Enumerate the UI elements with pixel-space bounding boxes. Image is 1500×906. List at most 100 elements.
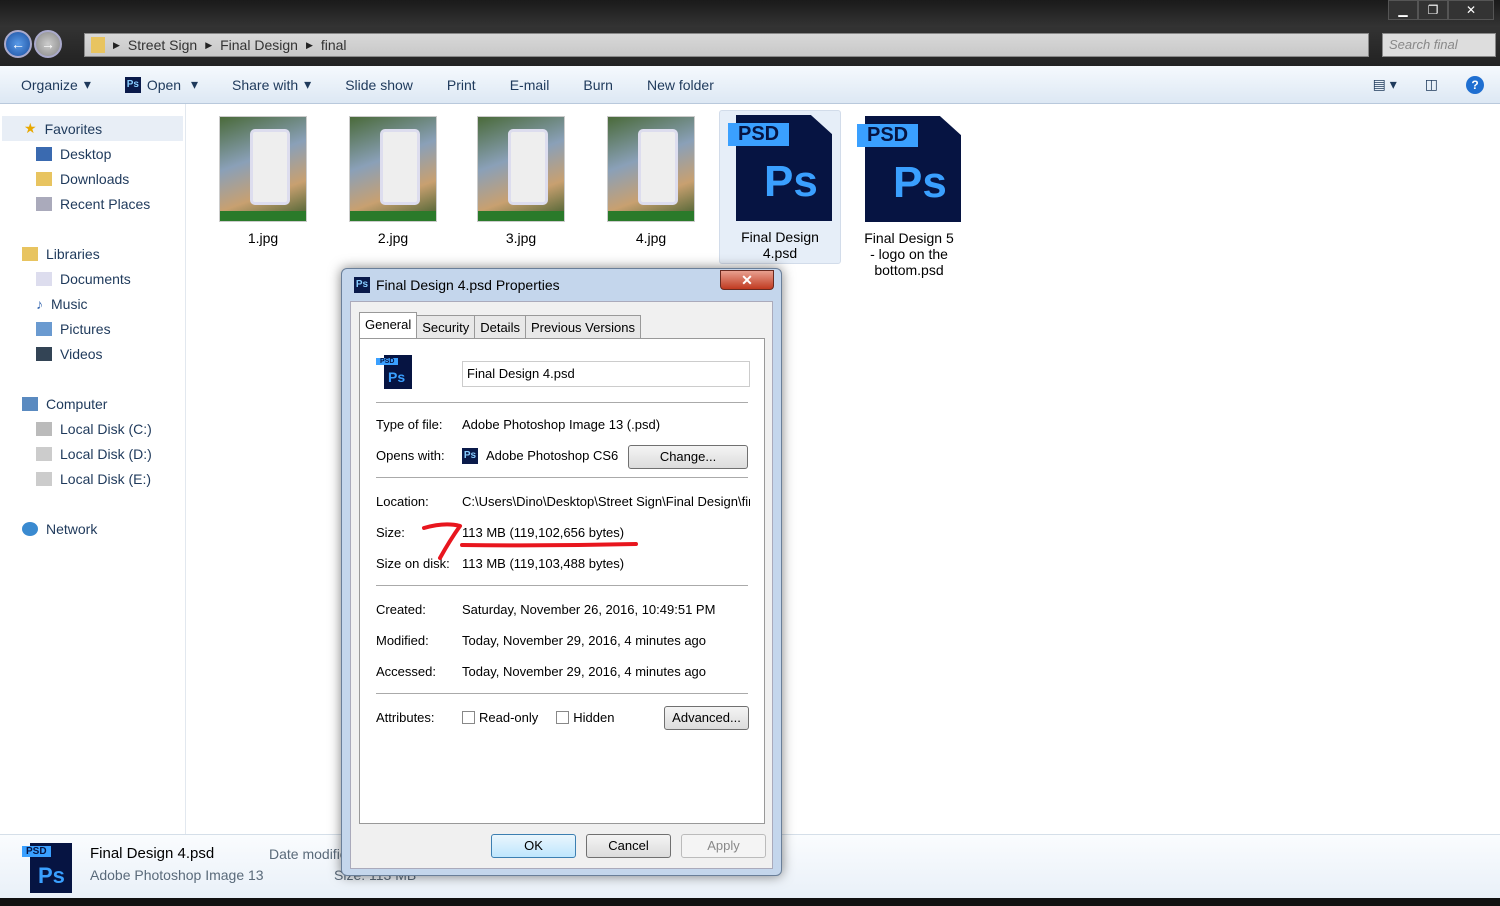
documents-icon <box>36 271 52 286</box>
image-thumbnail <box>219 116 307 222</box>
readonly-checkbox[interactable]: Read-only <box>462 710 538 725</box>
sidebar-item-recent-places[interactable]: Recent Places <box>0 191 185 216</box>
modified-label: Modified: <box>376 633 429 648</box>
chevron-right-icon: ▶ <box>205 39 213 50</box>
apply-button[interactable]: Apply <box>681 834 766 858</box>
burn-button[interactable]: Burn <box>583 77 613 93</box>
file-item[interactable]: 2.jpg <box>332 112 454 246</box>
accessed-value: Today, November 29, 2016, 4 minutes ago <box>462 664 707 679</box>
sidebar-item-documents[interactable]: Documents <box>0 266 185 291</box>
maximize-button[interactable]: ❐ <box>1418 0 1448 20</box>
sidebar-item-disk-c[interactable]: Local Disk (C:) <box>0 416 185 441</box>
back-button[interactable]: ← <box>4 30 32 58</box>
email-button[interactable]: E-mail <box>510 77 550 93</box>
details-file-type: Adobe Photoshop Image 13 <box>90 867 264 883</box>
location-label: Location: <box>376 494 429 509</box>
sidebar-item-favorites[interactable]: ★ Favorites <box>2 116 183 141</box>
open-button[interactable]: Ps Open ▾ <box>124 76 198 93</box>
advanced-button[interactable]: Advanced... <box>664 706 749 730</box>
label: Local Disk (D:) <box>60 445 152 462</box>
sidebar-item-desktop[interactable]: Desktop <box>0 141 185 166</box>
sidebar-item-pictures[interactable]: Pictures <box>0 316 185 341</box>
command-bar: Organize ▾ Ps Open ▾ Share with ▾ Slide sho… <box>0 66 1500 104</box>
chevron-right-icon: ▶ <box>305 39 313 50</box>
sidebar-item-videos[interactable]: Videos <box>0 341 185 366</box>
disk-icon <box>36 421 52 436</box>
disk-size-label: Size on disk: <box>376 556 450 571</box>
computer-icon <box>22 396 38 411</box>
share-with-button[interactable]: Share with ▾ <box>232 76 311 93</box>
photoshop-icon: Ps <box>354 277 370 293</box>
pictures-icon <box>36 321 52 336</box>
file-name: Final Design 5 - logo on the bottom.psd <box>864 230 954 278</box>
label: Local Disk (E:) <box>60 470 152 487</box>
file-name: 3.jpg <box>505 230 537 246</box>
tab-general[interactable]: General <box>359 312 418 339</box>
details-file-name: Final Design 4.psd <box>90 845 215 862</box>
label: Local Disk (C:) <box>60 420 152 437</box>
star-icon: ★ <box>24 120 37 136</box>
sidebar-item-music[interactable]: ♪ Music <box>0 291 185 316</box>
slide-show-button[interactable]: Slide show <box>345 77 413 93</box>
disk-size-value: 113 MB (119,103,488 bytes) <box>462 556 625 571</box>
size-value: 113 MB (119,102,656 bytes) <box>462 525 625 540</box>
view-options-icon[interactable]: ▤ ▾ <box>1373 76 1397 94</box>
label: Desktop <box>60 145 112 162</box>
sidebar-item-network[interactable]: Network <box>0 516 185 541</box>
file-item-selected[interactable]: PSD Ps Final Design 4.psd <box>719 110 841 264</box>
psd-file-icon: PSD Ps <box>22 843 72 893</box>
label: Computer <box>46 395 108 412</box>
new-folder-button[interactable]: New folder <box>647 77 714 93</box>
image-thumbnail <box>349 116 437 222</box>
sidebar-item-disk-e[interactable]: Local Disk (E:) <box>0 466 185 491</box>
close-button[interactable]: ✕ <box>1448 0 1494 20</box>
ok-button[interactable]: OK <box>491 834 576 858</box>
file-item[interactable]: 4.jpg <box>590 112 712 246</box>
sidebar-item-libraries[interactable]: Libraries <box>0 241 185 266</box>
cancel-button[interactable]: Cancel <box>586 834 671 858</box>
label: Music <box>51 295 88 312</box>
breadcrumb-final-design[interactable]: Final Design <box>220 37 298 53</box>
network-icon <box>22 521 38 536</box>
preview-pane-icon[interactable]: ◫ <box>1425 76 1438 94</box>
file-item[interactable]: PSD Ps Final Design 5 - logo on the bottom… <box>848 112 970 278</box>
breadcrumb-final[interactable]: final <box>321 37 347 53</box>
navigation-pane: ★ Favorites Desktop Downloads Recent Plac… <box>0 104 186 834</box>
label: Downloads <box>60 170 130 187</box>
file-name: Final Design 4.psd <box>741 229 819 261</box>
label: Network <box>46 520 98 537</box>
modified-value: Today, November 29, 2016, 4 minutes ago <box>462 633 707 648</box>
file-name-input[interactable]: Final Design 4.psd <box>462 361 750 387</box>
breadcrumb-street-sign[interactable]: Street Sign <box>128 37 197 53</box>
psd-file-icon: PSD Ps <box>376 355 412 391</box>
desktop-icon <box>36 146 52 161</box>
disk-icon <box>36 446 52 461</box>
organize-button[interactable]: Organize ▾ <box>21 76 91 93</box>
file-name: 1.jpg <box>247 230 279 246</box>
print-button[interactable]: Print <box>447 77 476 93</box>
search-input[interactable]: Search final <box>1382 33 1496 57</box>
libraries-icon <box>22 246 38 261</box>
address-bar[interactable]: ▶ Street Sign ▶ Final Design ▶ final <box>84 33 1369 57</box>
forward-button[interactable]: → <box>34 30 62 58</box>
location-value: C:\Users\Dino\Desktop\Street Sign\Final … <box>462 494 750 509</box>
dialog-close-button[interactable]: ✕ <box>720 270 774 290</box>
accessed-label: Accessed: <box>376 664 436 679</box>
sidebar-item-disk-d[interactable]: Local Disk (D:) <box>0 441 185 466</box>
tab-details[interactable]: Details <box>474 315 526 338</box>
attributes-label: Attributes: <box>376 710 435 725</box>
file-name: 2.jpg <box>377 230 409 246</box>
chevron-right-icon: ▶ <box>113 39 120 50</box>
file-item[interactable]: 1.jpg <box>202 112 324 246</box>
file-item[interactable]: 3.jpg <box>460 112 582 246</box>
hidden-checkbox[interactable]: Hidden <box>556 710 614 725</box>
minimize-button[interactable]: ▁ <box>1388 0 1418 20</box>
tab-security[interactable]: Security <box>416 315 476 338</box>
sidebar-item-downloads[interactable]: Downloads <box>0 166 185 191</box>
label: Recent Places <box>60 195 151 212</box>
help-icon[interactable]: ? <box>1466 76 1484 94</box>
change-button[interactable]: Change... <box>628 445 748 469</box>
open-label: Open <box>146 76 182 93</box>
tab-previous-versions[interactable]: Previous Versions <box>524 315 642 338</box>
sidebar-item-computer[interactable]: Computer <box>0 391 185 416</box>
